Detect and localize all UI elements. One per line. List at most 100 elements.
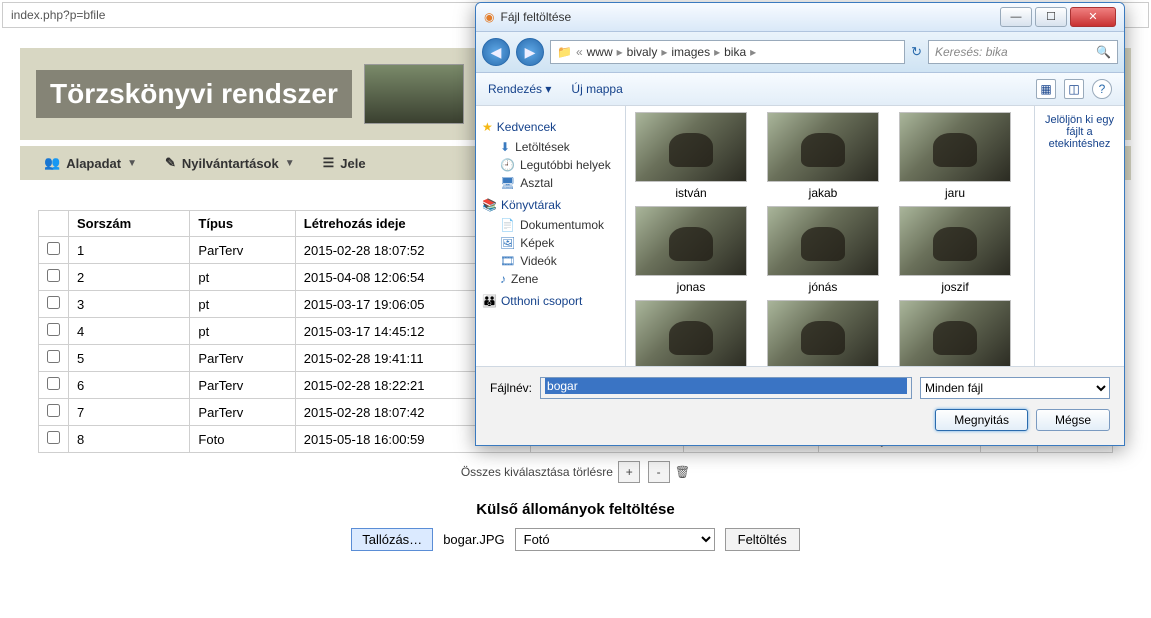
dialog-toolbar: Rendezés ▾ Új mappa ▦ ◫ ? (476, 73, 1124, 106)
upload-heading: Külső állományok feltöltése (38, 501, 1113, 518)
dialog-bottom: Fájlnév: Minden fájl Megnyitás Mégse (476, 366, 1124, 445)
help-button[interactable]: ? (1092, 79, 1112, 99)
crumb[interactable]: bika (724, 45, 746, 59)
file-open-dialog: ◉ Fájl feltöltése — ☐ ✕ ◀ ▶ 📁 « www▸ biv… (475, 2, 1125, 446)
tree-favorites[interactable]: ★Kedvencek (482, 120, 619, 134)
thumbnail-image (899, 112, 1011, 182)
tree-pictures[interactable]: 🖼Képek (482, 234, 619, 252)
cell-sorszam: 8 (69, 426, 190, 453)
thumbnail-image (767, 300, 879, 366)
tree-documents[interactable]: 📄Dokumentumok (482, 216, 619, 234)
thumbnail-label: istván (632, 186, 750, 200)
nav-nyilvantartasok[interactable]: ✎ Nyilvántartások ▼ (151, 155, 309, 171)
row-checkbox[interactable] (47, 323, 60, 336)
nav-jele[interactable]: ☰ Jele (309, 155, 380, 171)
filename-input[interactable] (545, 378, 907, 394)
header-image (364, 64, 464, 124)
preview-pane-button[interactable]: ◫ (1064, 79, 1084, 99)
upload-type-select[interactable]: Fotó (515, 528, 715, 551)
tree-recent[interactable]: 🕘Legutóbbi helyek (482, 156, 619, 174)
cell-sorszam: 3 (69, 291, 190, 318)
refresh-icon[interactable]: ↻ (911, 44, 922, 60)
thumbnail-image (899, 300, 1011, 366)
file-thumbnail[interactable]: jumbo (632, 300, 750, 366)
upload-button[interactable]: Feltöltés (725, 528, 800, 551)
thumbnail-label: jonas (632, 280, 750, 294)
doc-icon: 📄 (500, 218, 515, 232)
row-checkbox[interactable] (47, 431, 60, 444)
maximize-button[interactable]: ☐ (1035, 7, 1067, 27)
chevron-down-icon: ▼ (285, 158, 295, 169)
crumb[interactable]: images (671, 45, 710, 59)
trash-icon[interactable]: 🗑 (675, 465, 690, 479)
tree-libraries[interactable]: 📚Könyvtárak (482, 198, 619, 212)
cell-tipus: ParTerv (190, 237, 295, 264)
organize-menu[interactable]: Rendezés ▾ (488, 82, 551, 96)
people-icon: 👥 (44, 155, 60, 171)
cell-tipus: Foto (190, 426, 295, 453)
row-checkbox[interactable] (47, 377, 60, 390)
file-filter-select[interactable]: Minden fájl (920, 377, 1110, 399)
cell-tipus: ParTerv (190, 345, 295, 372)
row-checkbox[interactable] (47, 242, 60, 255)
tree-music[interactable]: ♪Zene (482, 270, 619, 288)
minimize-button[interactable]: — (1000, 7, 1032, 27)
row-checkbox[interactable] (47, 350, 60, 363)
thumbnail-label: jakab (764, 186, 882, 200)
nav-label: Nyilvántartások (182, 156, 279, 171)
thumbnail-image (899, 206, 1011, 276)
browse-button[interactable]: Tallózás… (351, 528, 433, 551)
thumbnail-label: jaru (896, 186, 1014, 200)
crumb[interactable]: bivaly (627, 45, 658, 59)
row-checkbox[interactable] (47, 269, 60, 282)
nav-forward-button[interactable]: ▶ (516, 38, 544, 66)
nav-alapadat[interactable]: 👥 Alapadat ▼ (30, 155, 151, 171)
library-icon: 📚 (482, 198, 497, 212)
dialog-titlebar[interactable]: ◉ Fájl feltöltése — ☐ ✕ (476, 3, 1124, 32)
breadcrumb[interactable]: 📁 « www▸ bivaly▸ images▸ bika▸ (550, 40, 905, 64)
dialog-nav: ◀ ▶ 📁 « www▸ bivaly▸ images▸ bika▸ ↻ Ker… (476, 32, 1124, 73)
recent-icon: 🕘 (500, 158, 515, 172)
thumbnail-image (767, 112, 879, 182)
cell-sorszam: 2 (69, 264, 190, 291)
video-icon: 🎞 (500, 254, 515, 268)
cancel-button[interactable]: Mégse (1036, 409, 1110, 431)
selected-filename: bogar.JPG (443, 532, 504, 547)
file-thumbnail[interactable]: istván (632, 112, 750, 200)
file-thumbnail[interactable]: joszif (896, 206, 1014, 294)
thumbnail-label: jónás (764, 280, 882, 294)
tree-homegroup[interactable]: 👪Otthoni csoport (482, 294, 619, 308)
dialog-search-input[interactable]: Keresés: bika 🔍 (928, 40, 1118, 64)
nav-label: Alapadat (66, 156, 121, 171)
thumbnail-label: joszif (896, 280, 1014, 294)
firefox-icon: ◉ (484, 10, 494, 24)
tree-videos[interactable]: 🎞Videók (482, 252, 619, 270)
tree-desktop[interactable]: 🖥Asztal (482, 174, 619, 192)
nav-back-button[interactable]: ◀ (482, 38, 510, 66)
select-all-minus[interactable]: - (648, 461, 670, 483)
file-thumbnail[interactable]: kaposvari (896, 300, 1014, 366)
view-mode-button[interactable]: ▦ (1036, 79, 1056, 99)
file-thumbnail[interactable]: jaru (896, 112, 1014, 200)
cell-tipus: pt (190, 264, 295, 291)
select-all-plus[interactable]: + (618, 461, 640, 483)
cell-sorszam: 5 (69, 345, 190, 372)
row-checkbox[interactable] (47, 404, 60, 417)
file-thumbnail[interactable]: jónás (764, 206, 882, 294)
crumb[interactable]: www (587, 45, 613, 59)
file-thumbnail[interactable]: jonas (632, 206, 750, 294)
tree-downloads[interactable]: ⬇Letöltések (482, 138, 619, 156)
close-button[interactable]: ✕ (1070, 7, 1116, 27)
search-icon: 🔍 (1096, 45, 1111, 59)
open-button[interactable]: Megnyitás (935, 409, 1028, 431)
file-thumbnail[interactable]: jakab (764, 112, 882, 200)
nav-label: Jele (340, 156, 365, 171)
file-thumbnail[interactable]: jumbó (764, 300, 882, 366)
row-checkbox[interactable] (47, 296, 60, 309)
list-icon: ☰ (323, 155, 335, 171)
filename-combo[interactable] (540, 377, 912, 399)
homegroup-icon: 👪 (482, 294, 497, 308)
thumbnail-grid: istván jakab jaru jonas jónás joszif jumbojumb… (626, 106, 1034, 366)
new-folder-button[interactable]: Új mappa (571, 82, 622, 96)
cell-sorszam: 7 (69, 399, 190, 426)
